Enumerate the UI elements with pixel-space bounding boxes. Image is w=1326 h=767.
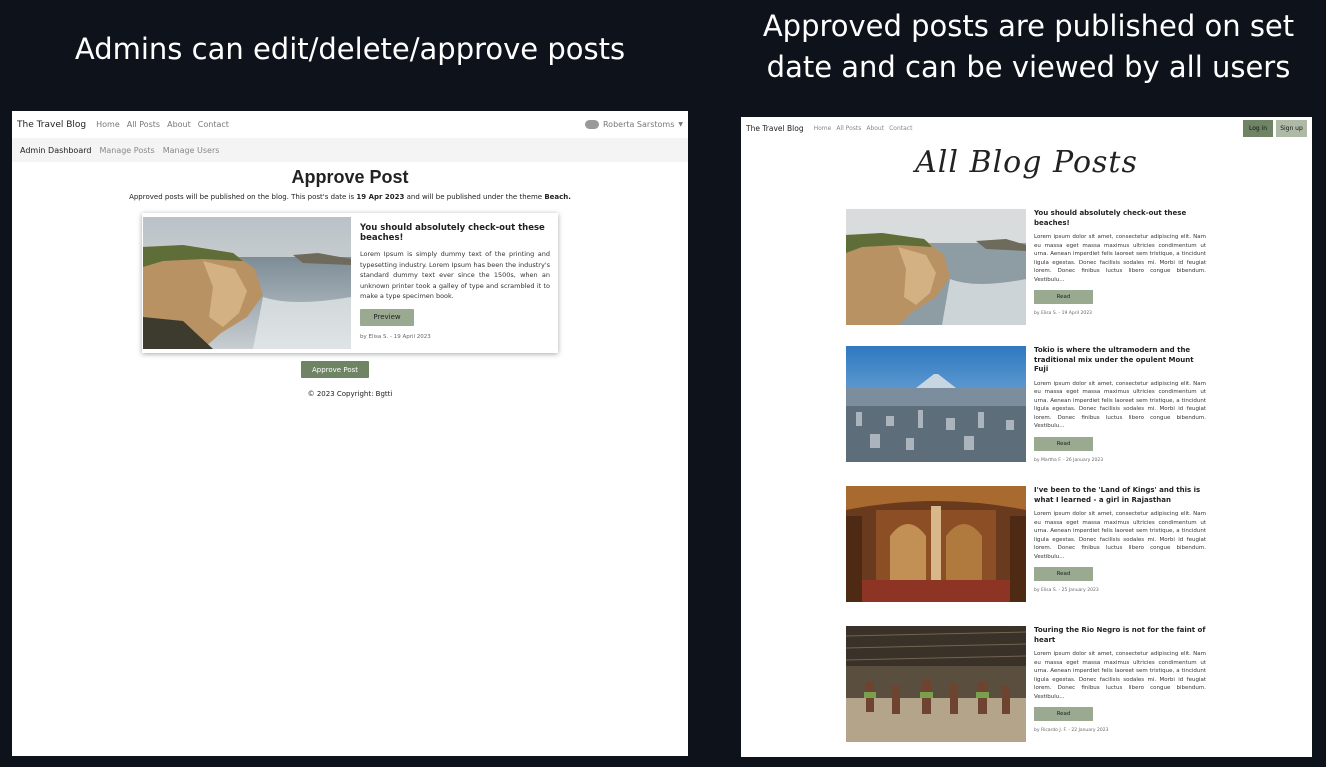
tab-manage-posts[interactable]: Manage Posts bbox=[99, 146, 154, 155]
nav-all-posts-link[interactable]: All Posts bbox=[127, 120, 160, 129]
card-byline: by Elisa S. - 19 April 2023 bbox=[360, 333, 431, 340]
post-card: Touring the Rio Negro is not for the fai… bbox=[846, 626, 1206, 746]
user-name: Roberta Sarstoms bbox=[602, 120, 675, 129]
post-byline: by Martha F. - 26 January 2023 bbox=[1034, 457, 1104, 463]
post-card: Tokio is where the ultramodern and the t… bbox=[846, 346, 1206, 466]
beach-cliff-image bbox=[846, 209, 1026, 325]
approve-post-button[interactable]: Approve Post bbox=[301, 361, 369, 378]
post-card: You should absolutely check-out these be… bbox=[846, 209, 1206, 329]
login-button[interactable]: Log in bbox=[1243, 119, 1273, 137]
read-button[interactable]: Read bbox=[1034, 707, 1093, 721]
signup-button[interactable]: Sign up bbox=[1276, 119, 1307, 137]
nav-contact-link[interactable]: Contact bbox=[889, 125, 912, 132]
page-title: All Blog Posts bbox=[915, 145, 1138, 180]
post-excerpt: Lorem ipsum dolor sit amet, consectetur … bbox=[1034, 511, 1206, 560]
post-excerpt: Lorem ipsum dolor sit amet, consectetur … bbox=[1034, 380, 1206, 430]
post-preview-card: You should absolutely check-out these be… bbox=[142, 213, 558, 353]
rajasthan-palace-image bbox=[846, 486, 1026, 602]
public-navbar: The Travel Blog Home All Posts About Con… bbox=[741, 117, 1312, 139]
post-body: Tokio is where the ultramodern and the t… bbox=[1026, 346, 1206, 466]
read-button[interactable]: Read bbox=[1034, 436, 1093, 451]
page-title: Approve Post bbox=[291, 167, 409, 187]
post-card: I've been to the 'Land of Kings' and thi… bbox=[846, 486, 1206, 606]
tab-admin-dashboard[interactable]: Admin Dashboard bbox=[20, 146, 91, 155]
read-button[interactable]: Read bbox=[1034, 290, 1093, 304]
post-excerpt: Lorem ipsum dolor sit amet, consectetur … bbox=[1034, 651, 1206, 700]
note-middle: and will be published under the theme bbox=[404, 193, 545, 201]
chevron-down-icon: ▼ bbox=[678, 121, 683, 128]
nav-home-link[interactable]: Home bbox=[96, 120, 120, 129]
user-menu[interactable]: Roberta Sarstoms ▼ bbox=[584, 120, 683, 129]
nav-about-link[interactable]: About bbox=[866, 125, 884, 132]
post-body: You should absolutely check-out these be… bbox=[1026, 209, 1206, 329]
admin-navbar: The Travel Blog Home All Posts About Con… bbox=[12, 111, 688, 138]
post-byline: by Ricardo J. F. - 22 January 2023 bbox=[1034, 728, 1109, 733]
note-prefix: Approved posts will be published on the … bbox=[129, 193, 357, 201]
avatar bbox=[584, 120, 599, 129]
rio-negro-dance-image bbox=[846, 626, 1026, 742]
card-title: You should absolutely check-out these be… bbox=[360, 223, 545, 243]
card-excerpt: Lorem Ipsum is simply dummy text of the … bbox=[360, 250, 550, 300]
brand-link[interactable]: The Travel Blog bbox=[746, 124, 804, 133]
post-body: Touring the Rio Negro is not for the fai… bbox=[1026, 626, 1206, 746]
post-excerpt: Lorem ipsum dolor sit amet, consectetur … bbox=[1034, 234, 1206, 283]
nav-all-posts-link[interactable]: All Posts bbox=[836, 125, 861, 132]
post-body: I've been to the 'Land of Kings' and thi… bbox=[1026, 486, 1206, 606]
nav-contact-link[interactable]: Contact bbox=[198, 120, 229, 129]
tab-manage-users[interactable]: Manage Users bbox=[163, 146, 220, 155]
note-theme: Beach. bbox=[544, 193, 571, 201]
caption-admin: Admins can edit/delete/approve posts bbox=[74, 32, 626, 66]
post-title: Tokio is where the ultramodern and the t… bbox=[1034, 346, 1194, 373]
post-title: Touring the Rio Negro is not for the fai… bbox=[1034, 626, 1206, 644]
card-body: You should absolutely check-out these be… bbox=[351, 213, 558, 353]
post-byline: by Elisa S. - 19 April 2023 bbox=[1034, 311, 1092, 316]
beach-cliff-image bbox=[143, 217, 351, 349]
brand-link[interactable]: The Travel Blog bbox=[17, 120, 86, 130]
approve-note: Approved posts will be published on the … bbox=[12, 193, 688, 203]
footer-copyright: © 2023 Copyright: Bgtti bbox=[307, 390, 393, 398]
admin-screenshot: The Travel Blog Home All Posts About Con… bbox=[12, 111, 688, 756]
tokyo-skyline-image bbox=[846, 346, 1026, 462]
preview-button[interactable]: Preview bbox=[360, 308, 414, 326]
nav-about-link[interactable]: About bbox=[167, 120, 191, 129]
note-date: 19 Apr 2023 bbox=[356, 193, 405, 201]
auth-actions: Log in Sign up bbox=[1243, 119, 1307, 137]
post-title: You should absolutely check-out these be… bbox=[1034, 209, 1187, 227]
nav-home-link[interactable]: Home bbox=[814, 125, 832, 132]
post-title: I've been to the 'Land of Kings' and thi… bbox=[1034, 486, 1201, 504]
public-screenshot: The Travel Blog Home All Posts About Con… bbox=[741, 117, 1312, 757]
post-byline: by Elisa S. - 25 January 2023 bbox=[1034, 588, 1099, 593]
caption-public: Approved posts are published on set date… bbox=[762, 9, 1295, 84]
read-button[interactable]: Read bbox=[1034, 567, 1093, 581]
admin-subnav: Admin Dashboard Manage Posts Manage User… bbox=[12, 138, 688, 162]
